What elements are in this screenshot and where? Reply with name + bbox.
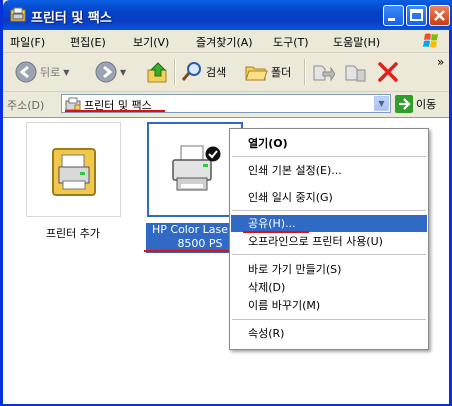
- maximize-button[interactable]: [406, 5, 427, 26]
- printer-folder-icon: [10, 7, 26, 22]
- ctx-pause-printing[interactable]: 인쇄 일시 중지(G): [231, 189, 427, 206]
- address-bar: 주소(D) 프린터 및 팩스 ▼ 이동: [3, 92, 449, 116]
- menu-tools[interactable]: 도구(T): [273, 34, 309, 50]
- windows-logo-icon: [415, 31, 445, 52]
- search-label: 검색: [206, 66, 227, 79]
- ctx-rename[interactable]: 이름 바꾸기(M): [231, 297, 427, 314]
- copy-to-icon: [345, 65, 366, 82]
- menu-favorites[interactable]: 즐겨찾기(A): [196, 34, 253, 50]
- toolbar-separator: [174, 59, 176, 85]
- back-button[interactable]: 뒤로 ▼: [15, 61, 69, 83]
- back-arrow-icon: [15, 61, 37, 83]
- go-arrow-icon: [395, 95, 413, 113]
- delete-button[interactable]: [377, 61, 399, 83]
- add-printer-thumbnail: [26, 122, 121, 217]
- toolbar-separator: [304, 59, 306, 85]
- add-printer-label: 프린터 추가: [45, 227, 101, 240]
- context-menu: 열기(O) 인쇄 기본 설정(E)... 인쇄 일시 중지(G) 공유(H)..…: [229, 128, 429, 350]
- menu-separator: [232, 319, 426, 320]
- maximize-icon: [410, 9, 423, 21]
- move-to-icon: [313, 65, 335, 82]
- folders-label: 폴더: [271, 66, 292, 79]
- printer-label: HP Color Lase 8500 PS: [146, 223, 234, 253]
- search-icon: [181, 62, 201, 81]
- go-label: 이동: [416, 98, 437, 111]
- menu-edit[interactable]: 편집(E): [70, 34, 106, 50]
- printer-annotation-underline: [144, 250, 234, 252]
- menu-view[interactable]: 보기(V): [133, 34, 169, 50]
- menu-bar: 파일(F) 편집(E) 보기(V) 즐겨찾기(A) 도구(T) 도움말(H): [3, 30, 449, 53]
- ctx-use-offline[interactable]: 오프라인으로 프린터 사용(U): [231, 233, 427, 250]
- close-icon: [434, 10, 445, 21]
- go-button[interactable]: 이동: [395, 95, 436, 113]
- menu-separator: [232, 210, 426, 211]
- menu-separator: [232, 254, 426, 255]
- move-to-button[interactable]: [311, 61, 335, 83]
- forward-dropdown-icon[interactable]: ▼: [120, 68, 126, 77]
- back-label: 뒤로: [40, 66, 61, 79]
- up-folder-icon: [147, 62, 167, 83]
- search-button[interactable]: 검색: [181, 61, 226, 83]
- sharing-annotation-underline: [243, 231, 309, 233]
- ctx-create-shortcut[interactable]: 바로 가기 만들기(S): [231, 261, 427, 278]
- printer-label-line1: HP Color Lase: [152, 223, 228, 236]
- printer-label-line2: 8500 PS: [177, 237, 223, 250]
- default-printer-check-icon: [205, 146, 221, 162]
- ctx-delete[interactable]: 삭제(D): [231, 279, 427, 296]
- ctx-properties[interactable]: 속성(R): [231, 325, 427, 342]
- toolbar: 뒤로 ▼ ▼ 검색 폴더 »: [3, 53, 449, 92]
- menu-separator: [232, 156, 426, 157]
- forward-button[interactable]: ▼: [95, 61, 126, 83]
- up-folder-button[interactable]: [146, 61, 170, 85]
- address-dropdown-icon[interactable]: ▼: [374, 96, 389, 111]
- address-annotation-underline: [65, 110, 165, 112]
- copy-to-button[interactable]: [343, 61, 367, 83]
- ctx-printing-preferences[interactable]: 인쇄 기본 설정(E)...: [231, 162, 427, 179]
- forward-arrow-icon: [95, 61, 117, 83]
- menu-help[interactable]: 도움말(H): [333, 34, 380, 50]
- folders-icon: [245, 66, 268, 81]
- add-printer-item[interactable]: 프린터 추가: [23, 122, 123, 242]
- minimize-icon: [388, 18, 395, 21]
- window-title: 프린터 및 팩스: [31, 11, 112, 26]
- title-bar[interactable]: 프린터 및 팩스: [3, 0, 452, 30]
- delete-x-icon: [378, 62, 398, 82]
- ctx-sharing[interactable]: 공유(H)...: [231, 215, 427, 232]
- menu-file[interactable]: 파일(F): [10, 34, 45, 50]
- explorer-window: 프린터 및 팩스 파일(F) 편집(E) 보기(V) 즐겨찾기(A) 도구(T)…: [0, 0, 452, 406]
- folders-button[interactable]: 폴더: [244, 61, 291, 83]
- address-label: 주소(D): [7, 99, 45, 112]
- ctx-open[interactable]: 열기(O): [231, 135, 427, 152]
- minimize-button[interactable]: [383, 5, 404, 26]
- back-dropdown-icon[interactable]: ▼: [63, 68, 69, 77]
- close-button[interactable]: [429, 5, 450, 26]
- add-printer-icon: [52, 148, 96, 196]
- toolbar-chevron-icon[interactable]: »: [437, 55, 444, 69]
